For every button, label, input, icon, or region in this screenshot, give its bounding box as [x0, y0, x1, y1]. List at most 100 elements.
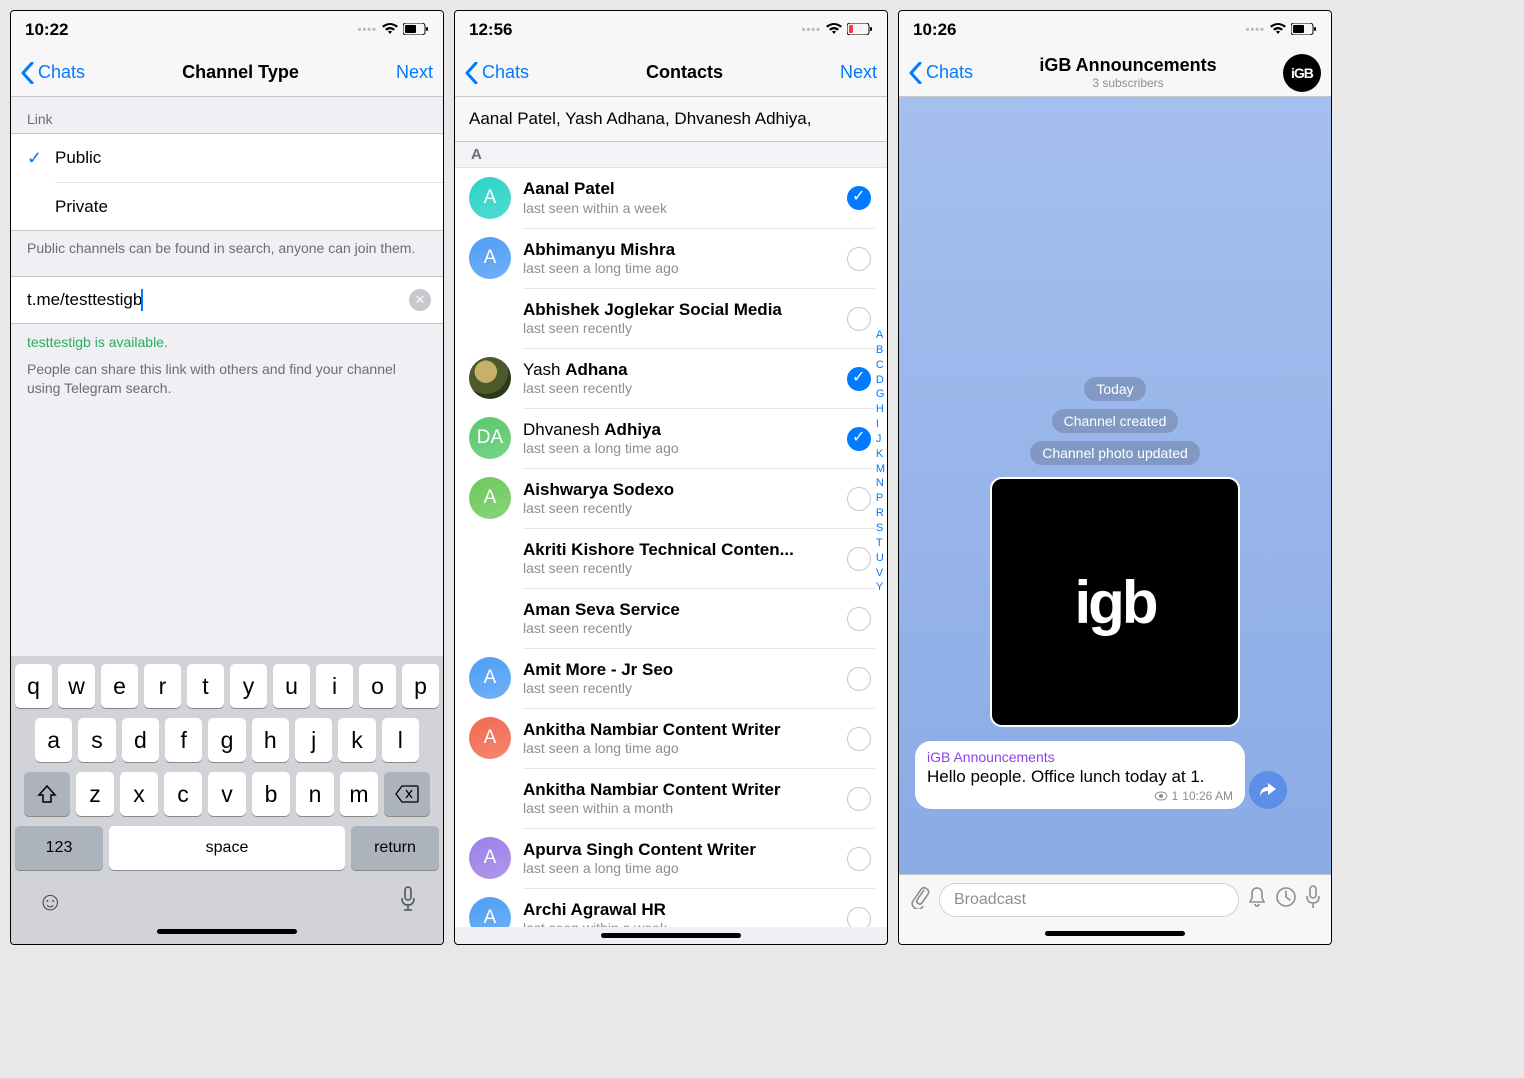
contact-row[interactable]: AAnkitha Nambiar Content Writerlast seen…: [455, 708, 887, 768]
share-button[interactable]: [1249, 771, 1287, 809]
key-x[interactable]: x: [120, 772, 158, 816]
contact-checkbox[interactable]: [847, 427, 871, 451]
key-b[interactable]: b: [252, 772, 290, 816]
contact-row[interactable]: DADhvanesh Adhiyalast seen a long time a…: [455, 408, 887, 468]
key-v[interactable]: v: [208, 772, 246, 816]
home-indicator[interactable]: [1045, 931, 1185, 936]
contact-row[interactable]: AAanal Patellast seen within a week: [455, 168, 887, 228]
key-m[interactable]: m: [340, 772, 378, 816]
contact-checkbox[interactable]: [847, 727, 871, 751]
index-letter[interactable]: R: [876, 506, 885, 521]
mic-icon[interactable]: [1305, 885, 1321, 915]
contact-checkbox[interactable]: [847, 847, 871, 871]
key-t[interactable]: t: [187, 664, 224, 708]
contact-checkbox[interactable]: [847, 907, 871, 928]
chat-body[interactable]: Today Channel created Channel photo upda…: [899, 97, 1331, 874]
contact-checkbox[interactable]: [847, 247, 871, 271]
space-key[interactable]: space: [109, 826, 345, 870]
index-letter[interactable]: Y: [876, 580, 885, 595]
back-button[interactable]: Chats: [909, 62, 973, 84]
index-letter[interactable]: I: [876, 417, 885, 432]
contact-row[interactable]: Akriti Kishore Technical Conten...last s…: [455, 528, 887, 588]
key-s[interactable]: s: [78, 718, 115, 762]
index-letter[interactable]: M: [876, 462, 885, 477]
home-indicator[interactable]: [157, 929, 297, 934]
index-letter[interactable]: A: [876, 328, 885, 343]
key-a[interactable]: a: [35, 718, 72, 762]
alpha-index[interactable]: ABCDGHIJKMNPRSTUVY: [876, 328, 885, 595]
index-letter[interactable]: J: [876, 432, 885, 447]
contact-checkbox[interactable]: [847, 307, 871, 331]
contact-row[interactable]: AAishwarya Sodexolast seen recently: [455, 468, 887, 528]
key-o[interactable]: o: [359, 664, 396, 708]
contact-row[interactable]: Yash Adhanalast seen recently: [455, 348, 887, 408]
key-w[interactable]: w: [58, 664, 95, 708]
link-input-row[interactable]: t.me/ testtestigb ✕: [11, 276, 443, 324]
key-i[interactable]: i: [316, 664, 353, 708]
key-c[interactable]: c: [164, 772, 202, 816]
contact-checkbox[interactable]: [847, 367, 871, 391]
return-key[interactable]: return: [351, 826, 439, 870]
next-button[interactable]: Next: [840, 62, 877, 83]
home-indicator[interactable]: [601, 933, 741, 938]
key-y[interactable]: y: [230, 664, 267, 708]
contact-row[interactable]: AApurva Singh Content Writerlast seen a …: [455, 828, 887, 888]
nav-title-group[interactable]: iGB Announcements 3 subscribers: [1039, 55, 1216, 90]
channel-avatar[interactable]: iGB: [1283, 54, 1321, 92]
contact-row[interactable]: AAmit More - Jr Seolast seen recently: [455, 648, 887, 708]
contact-checkbox[interactable]: [847, 607, 871, 631]
contact-checkbox[interactable]: [847, 487, 871, 511]
contact-checkbox[interactable]: [847, 186, 871, 210]
contact-checkbox[interactable]: [847, 547, 871, 571]
shift-key[interactable]: [24, 772, 70, 816]
link-input[interactable]: testtestigb: [65, 290, 143, 310]
delete-key[interactable]: [384, 772, 430, 816]
attach-icon[interactable]: [909, 885, 931, 915]
key-j[interactable]: j: [295, 718, 332, 762]
mic-icon[interactable]: [399, 886, 417, 919]
key-k[interactable]: k: [338, 718, 375, 762]
index-letter[interactable]: T: [876, 536, 885, 551]
key-g[interactable]: g: [208, 718, 245, 762]
contact-list[interactable]: AAanal Patellast seen within a weekAAbhi…: [455, 168, 887, 927]
index-letter[interactable]: N: [876, 476, 885, 491]
key-n[interactable]: n: [296, 772, 334, 816]
next-button[interactable]: Next: [396, 62, 433, 83]
index-letter[interactable]: U: [876, 551, 885, 566]
index-letter[interactable]: B: [876, 343, 885, 358]
emoji-icon[interactable]: ☺: [37, 886, 64, 919]
channel-photo[interactable]: iGB: [990, 477, 1240, 727]
index-letter[interactable]: G: [876, 387, 885, 402]
index-letter[interactable]: C: [876, 358, 885, 373]
index-letter[interactable]: H: [876, 402, 885, 417]
contact-row[interactable]: Abhishek Joglekar Social Medialast seen …: [455, 288, 887, 348]
index-letter[interactable]: V: [876, 566, 885, 581]
numbers-key[interactable]: 123: [15, 826, 103, 870]
index-letter[interactable]: D: [876, 373, 885, 388]
contact-checkbox[interactable]: [847, 667, 871, 691]
selected-contacts[interactable]: Aanal Patel, Yash Adhana, Dhvanesh Adhiy…: [455, 97, 887, 142]
back-button[interactable]: Chats: [21, 62, 85, 84]
key-d[interactable]: d: [122, 718, 159, 762]
clear-icon[interactable]: ✕: [409, 289, 431, 311]
contact-row[interactable]: AAbhimanyu Mishralast seen a long time a…: [455, 228, 887, 288]
key-p[interactable]: p: [402, 664, 439, 708]
broadcast-input[interactable]: Broadcast: [939, 883, 1239, 917]
option-public[interactable]: ✓ Public: [11, 134, 443, 182]
key-z[interactable]: z: [76, 772, 114, 816]
key-u[interactable]: u: [273, 664, 310, 708]
contact-row[interactable]: Ankitha Nambiar Content Writerlast seen …: [455, 768, 887, 828]
back-button[interactable]: Chats: [465, 62, 529, 84]
contact-row[interactable]: AArchi Agrawal HRlast seen within a week: [455, 888, 887, 927]
contact-checkbox[interactable]: [847, 787, 871, 811]
index-letter[interactable]: S: [876, 521, 885, 536]
mute-icon[interactable]: [1247, 886, 1267, 914]
key-l[interactable]: l: [382, 718, 419, 762]
schedule-icon[interactable]: [1275, 886, 1297, 914]
option-private[interactable]: Private: [55, 182, 443, 230]
key-h[interactable]: h: [252, 718, 289, 762]
key-r[interactable]: r: [144, 664, 181, 708]
message-bubble[interactable]: iGB Announcements Hello people. Office l…: [915, 741, 1245, 809]
index-letter[interactable]: P: [876, 491, 885, 506]
key-e[interactable]: e: [101, 664, 138, 708]
